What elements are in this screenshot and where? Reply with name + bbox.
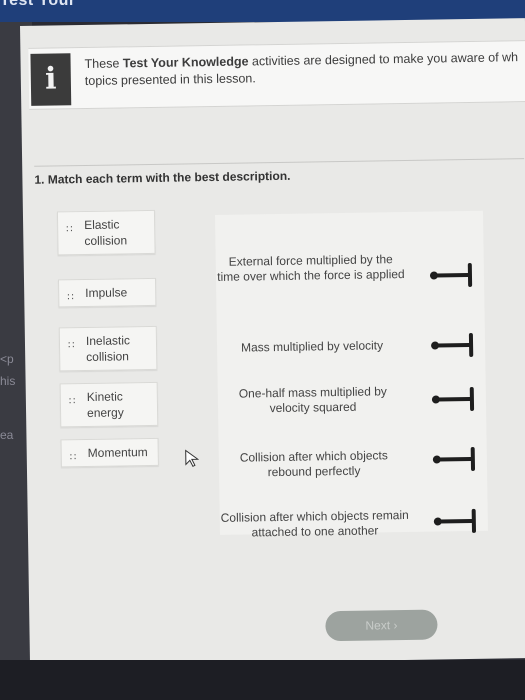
edge-text-fragment: ea [0,428,14,442]
connector-bar-icon [437,518,474,524]
drag-handle-icon[interactable]: ∷ [69,394,75,410]
info-icon: i [30,53,72,106]
drag-handle-icon[interactable]: ∷ [66,222,72,238]
connector-cap-icon [467,262,473,287]
activity-screen: i These Test Your Knowledge activities a… [20,18,525,666]
description-item: Mass multiplied by velocity [240,338,384,355]
info-text-line2: topics presented in this lesson. [84,71,256,88]
term-label: Impulse [85,285,128,301]
drop-target-connector[interactable] [432,446,476,471]
chevron-right-icon: › [393,618,398,633]
edge-text-fragment: <p [0,352,14,366]
drop-target-connector[interactable] [431,332,474,357]
edge-text-fragment: his [0,374,16,388]
description-panel: External force multiplied by the time ov… [214,210,488,539]
term-card-impulse[interactable]: ∷ Impulse [57,277,157,308]
connector-dot-icon [431,341,440,350]
term-card-kinetic-energy[interactable]: ∷ Kinetic energy [59,381,159,428]
next-button[interactable]: Next › [325,609,438,642]
description-item: One-half mass multiplied by velocity squ… [238,384,387,416]
connector-dot-icon [432,455,441,464]
connector-cap-icon [469,386,475,411]
info-banner: i These Test Your Knowledge activities a… [28,39,525,110]
term-card-inelastic-collision[interactable]: ∷ Inelastic collision [58,325,158,372]
connector-cap-icon [470,446,476,471]
connector-bar-icon [435,342,472,348]
header-title: Test Your [0,0,76,9]
connector-bar-icon [436,456,473,462]
drag-handle-icon[interactable]: ∷ [70,450,76,466]
drag-handle-icon[interactable]: ∷ [67,290,73,306]
term-label: Inelastic collision [85,333,131,365]
drop-target-connector[interactable] [433,508,477,533]
term-label: Kinetic energy [86,389,124,420]
monitor-bezel [0,660,525,700]
term-label: Momentum [87,445,148,460]
connector-cap-icon [468,332,474,357]
drop-target-connector[interactable] [429,262,473,287]
term-label: Elastic collision [84,217,128,249]
next-button-label: Next [365,618,391,633]
description-item: Collision after which objects rebound pe… [239,448,388,480]
question-prompt: 1. Match each term with the best descrip… [34,158,525,187]
connector-bar-icon [435,396,472,402]
connector-bar-icon [433,272,470,278]
connector-dot-icon [431,395,440,404]
info-text-part: These [84,56,123,71]
drag-handle-icon[interactable]: ∷ [68,338,74,354]
term-card-momentum[interactable]: ∷ Momentum [60,437,159,468]
connector-cap-icon [471,508,477,533]
info-text-part: activities are designed to make you awar… [248,50,519,69]
info-banner-text: These Test Your Knowledge activities are… [84,49,525,90]
mouse-cursor-icon [185,449,199,468]
drop-target-connector[interactable] [431,386,475,411]
connector-dot-icon [429,271,439,280]
connector-dot-icon [433,517,442,526]
description-item: Collision after which objects remain att… [220,507,409,540]
description-item: External force multiplied by the time ov… [217,252,405,284]
info-text-bold: Test Your Knowledge [122,54,249,71]
term-card-elastic-collision[interactable]: ∷ Elastic collision [56,209,156,256]
